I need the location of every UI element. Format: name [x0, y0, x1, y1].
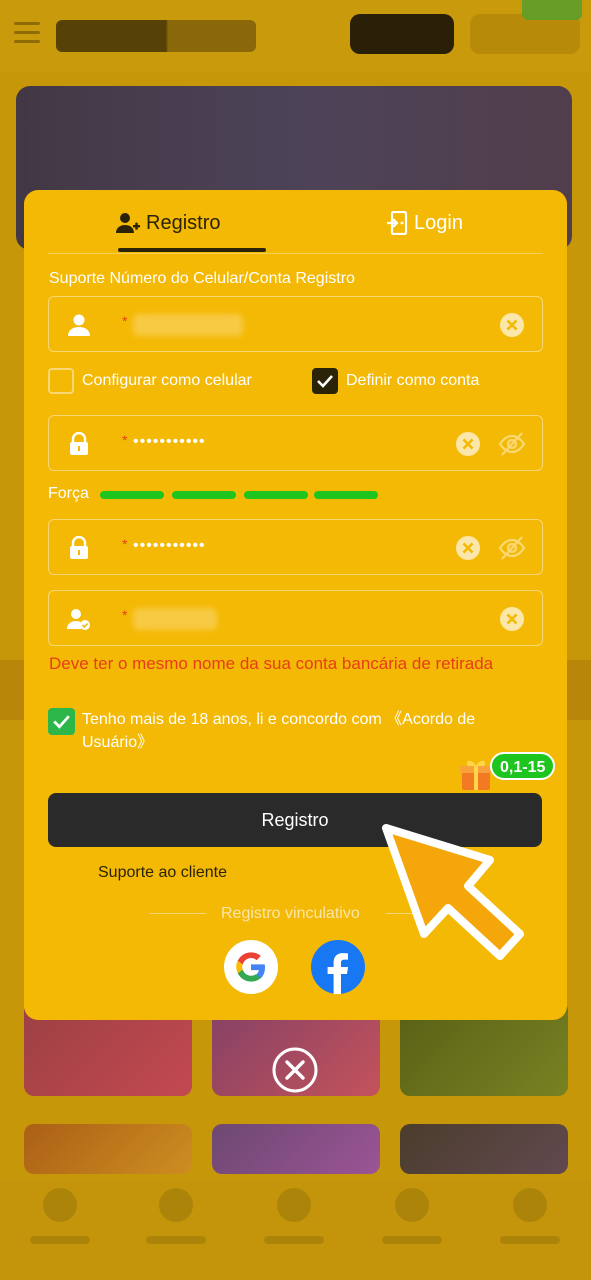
real-name-field[interactable]: * — [48, 590, 543, 646]
facebook-login-button[interactable] — [311, 940, 365, 994]
promo-badge: 0,1-15 — [490, 752, 556, 780]
game-tile[interactable] — [24, 1124, 192, 1174]
user-icon — [68, 314, 90, 336]
gift-icon — [460, 760, 492, 790]
google-icon — [236, 952, 265, 982]
game-tile[interactable] — [212, 1124, 380, 1174]
strength-bar — [100, 491, 164, 499]
app-logo — [56, 20, 256, 52]
google-login-button[interactable] — [224, 940, 278, 994]
required-mark: * — [122, 536, 128, 552]
close-modal-icon[interactable] — [270, 1045, 320, 1095]
clear-icon[interactable] — [455, 431, 481, 457]
name-hint-error: Deve ter o mesmo nome da sua conta bancá… — [49, 654, 494, 673]
tab-login[interactable]: Login — [386, 208, 463, 238]
bottom-nav-item[interactable] — [136, 1188, 216, 1258]
terms-checkbox[interactable] — [48, 708, 75, 735]
bottom-nav-item[interactable] — [254, 1188, 334, 1258]
divider-line — [150, 913, 206, 914]
password-value: ••••••••••• — [133, 433, 206, 450]
lock-icon — [70, 432, 88, 455]
option-account-label: Definir como conta — [346, 372, 480, 389]
required-mark: * — [122, 432, 128, 448]
tab-register[interactable]: Registro — [116, 208, 220, 238]
clear-icon[interactable] — [499, 606, 525, 632]
header-register-button[interactable] — [470, 14, 580, 54]
account-checkbox[interactable] — [312, 368, 338, 394]
checkmark-icon — [317, 375, 333, 388]
facebook-icon — [327, 953, 348, 994]
user-add-icon — [116, 213, 140, 233]
phone-checkbox[interactable] — [48, 368, 74, 394]
menu-icon[interactable] — [14, 22, 40, 44]
bottom-nav-item[interactable] — [372, 1188, 452, 1258]
bottom-nav-item[interactable] — [20, 1188, 100, 1258]
confirm-password-value: ••••••••••• — [133, 537, 206, 554]
tab-register-label: Registro — [146, 211, 221, 234]
strength-bar — [244, 491, 308, 499]
clear-icon[interactable] — [499, 312, 525, 338]
required-mark: * — [122, 607, 128, 623]
eye-off-icon[interactable] — [498, 535, 526, 561]
option-phone[interactable]: Configurar como celular — [48, 368, 252, 394]
required-mark: * — [122, 313, 128, 329]
strength-bar — [172, 491, 236, 499]
auth-tabs: Registro Login — [48, 190, 543, 254]
eye-off-icon[interactable] — [498, 431, 526, 457]
customer-support-link[interactable]: Suporte ao cliente — [98, 864, 227, 882]
clear-icon[interactable] — [455, 535, 481, 561]
pointer-arrow-icon — [382, 824, 524, 960]
header-badge — [522, 0, 582, 20]
password-field[interactable]: * ••••••••••• — [48, 415, 543, 471]
user-check-icon — [67, 609, 90, 630]
game-tile[interactable] — [400, 1124, 568, 1174]
terms-text[interactable]: Tenho mais de 18 anos, li e concordo com… — [82, 708, 532, 754]
option-phone-label: Configurar como celular — [82, 372, 252, 389]
lock-icon — [70, 536, 88, 559]
checkmark-icon — [53, 715, 70, 729]
header-login-button[interactable] — [350, 14, 454, 54]
name-value-redacted — [133, 608, 217, 630]
confirm-password-field[interactable]: * ••••••••••• — [48, 519, 543, 575]
social-divider-label: Registro vinculativo — [221, 905, 360, 922]
bottom-nav-item[interactable] — [490, 1188, 570, 1258]
strength-bar — [314, 491, 378, 499]
option-account[interactable]: Definir como conta — [312, 368, 479, 394]
account-value-redacted — [133, 314, 243, 336]
tab-login-label: Login — [414, 211, 463, 234]
form-section-label: Suporte Número do Celular/Conta Registro — [49, 270, 355, 287]
account-field[interactable]: * — [48, 296, 543, 352]
active-tab-indicator — [118, 248, 266, 252]
login-door-icon — [387, 211, 408, 235]
strength-label: Força — [48, 485, 89, 502]
